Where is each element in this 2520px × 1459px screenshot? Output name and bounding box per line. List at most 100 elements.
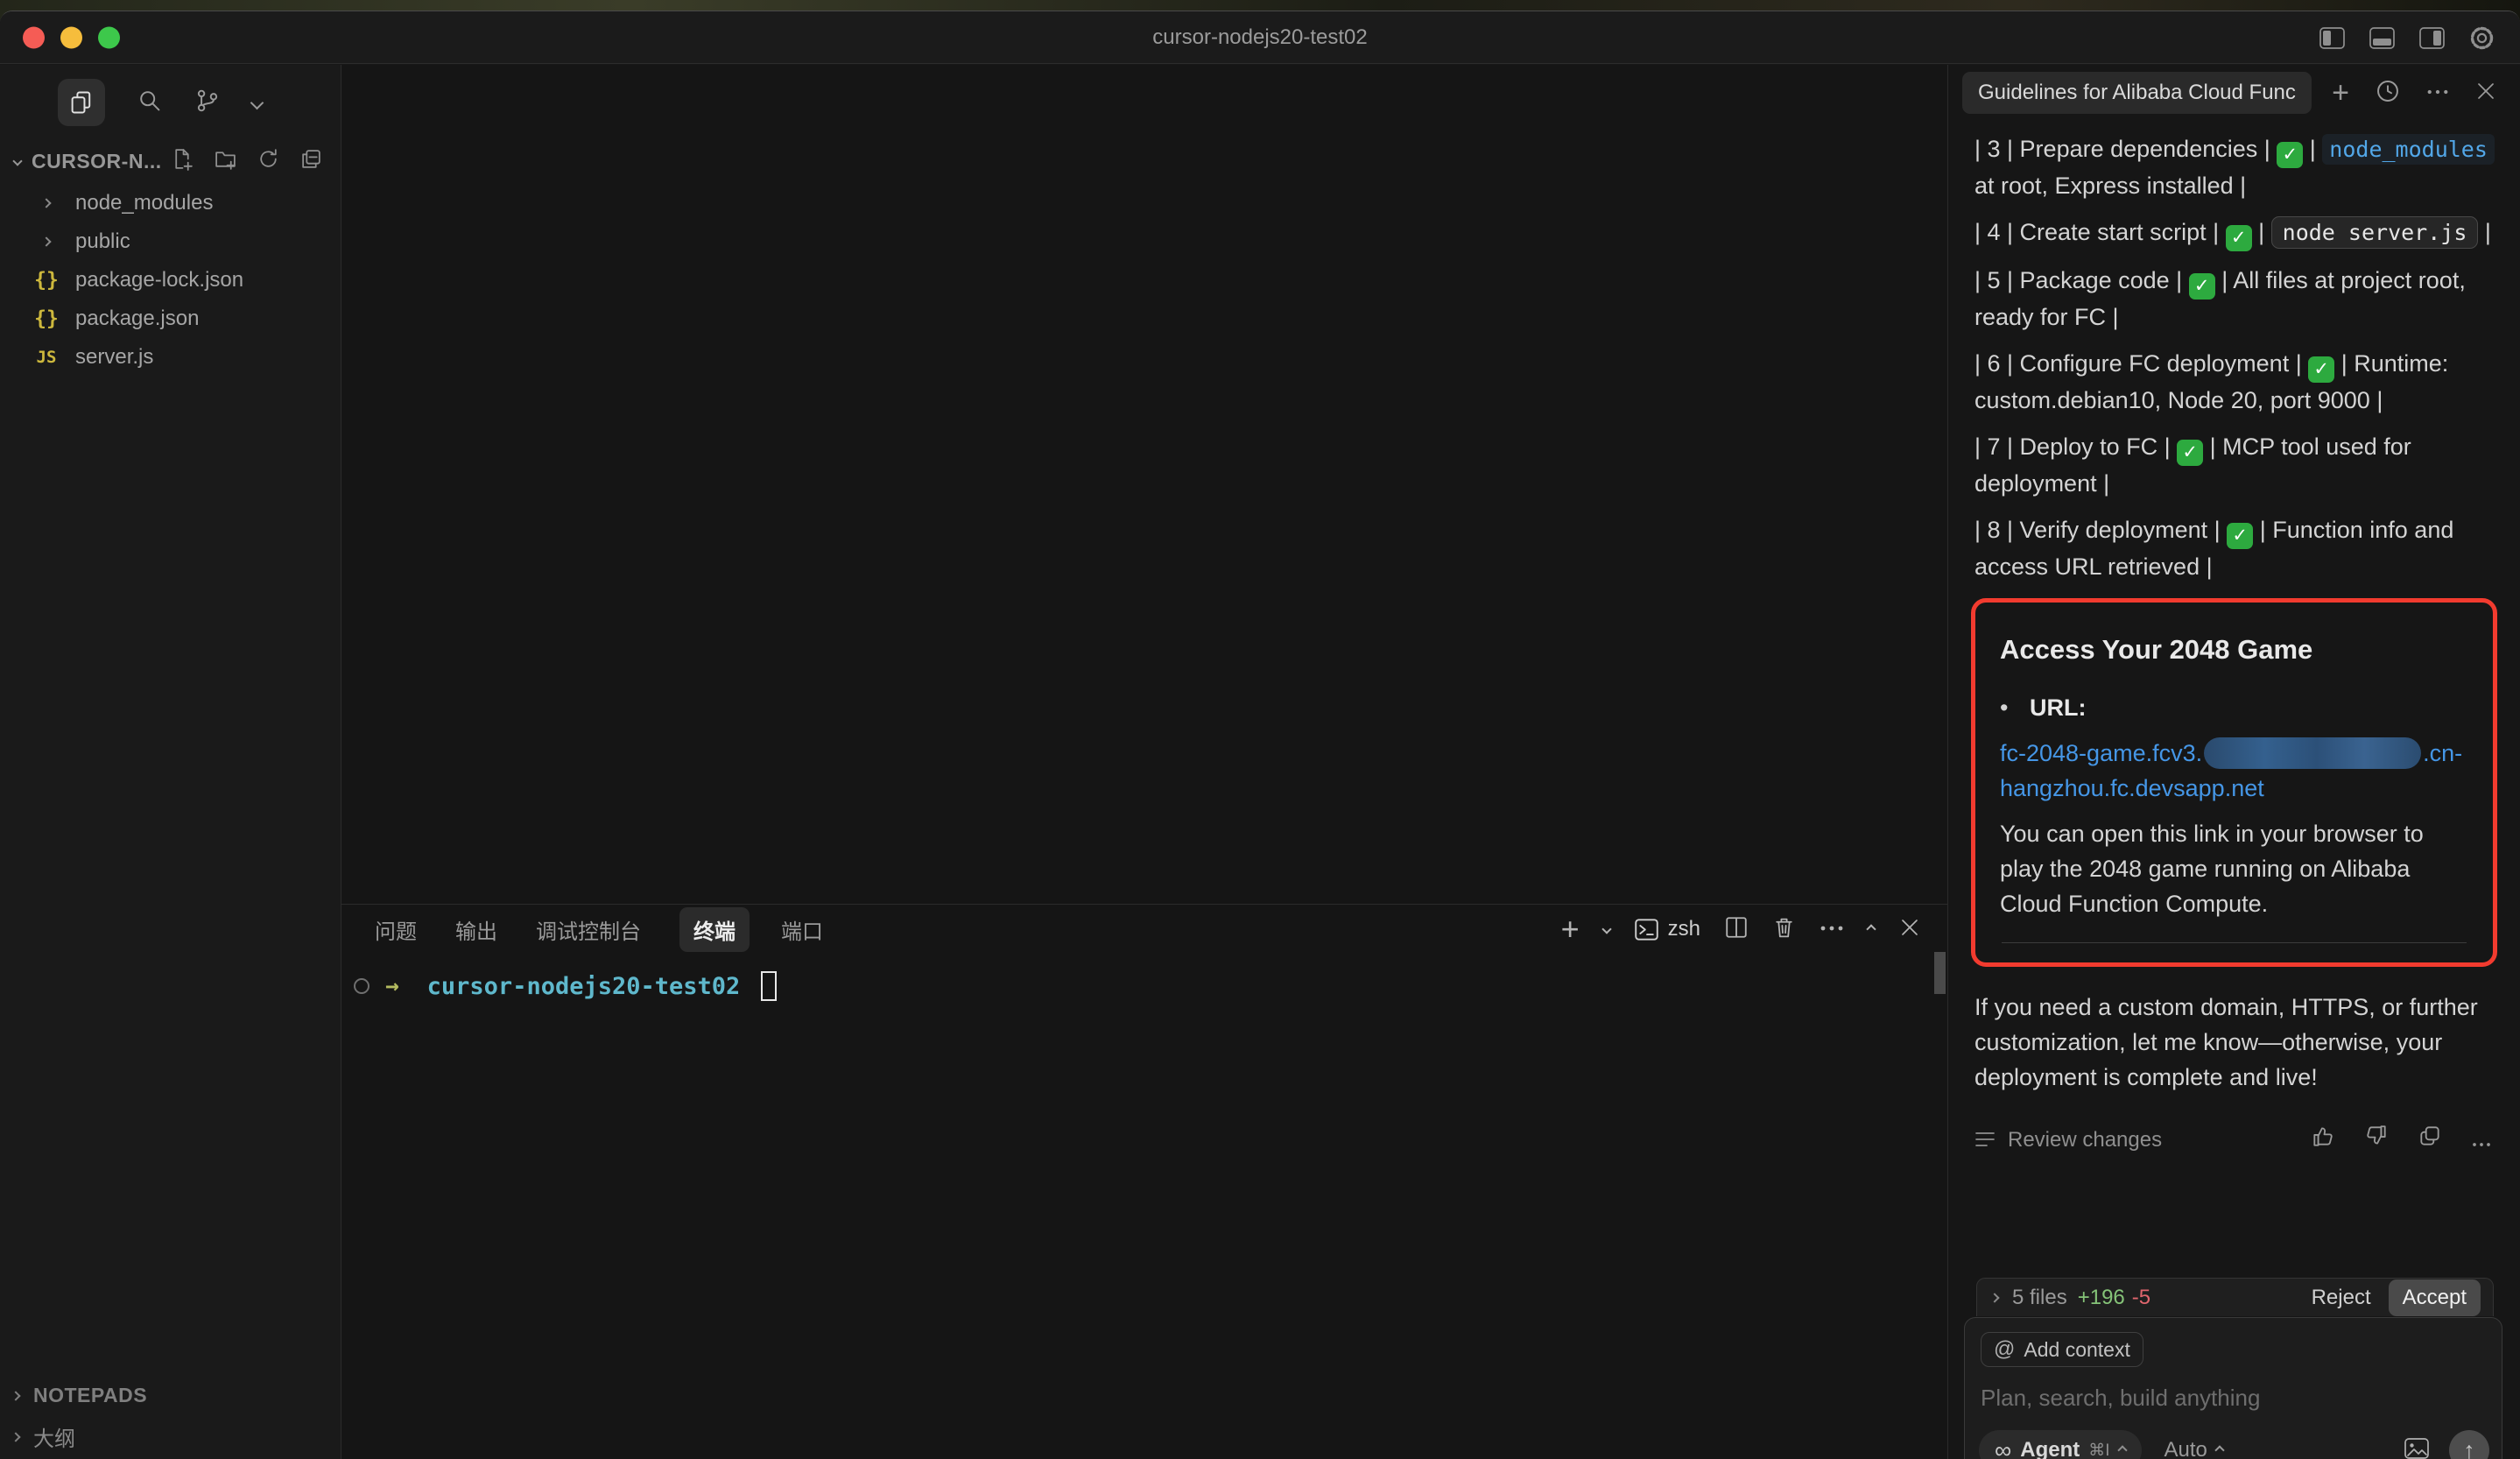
- check-icon: ✓: [2226, 225, 2252, 251]
- prompt-directory: cursor-nodejs20-test02: [427, 973, 741, 1000]
- changed-files-bar[interactable]: 5 files +196 -5 Reject Accept: [1976, 1278, 2494, 1316]
- tab-problems[interactable]: 问题: [375, 914, 417, 945]
- chat-tab-title: Guidelines for Alibaba Cloud Func: [1978, 81, 2296, 105]
- toggle-bottom-panel-icon[interactable]: [2369, 26, 2396, 50]
- app-window: cursor-nodejs20-test02: [0, 11, 2520, 1459]
- file-tree-item-public[interactable]: public: [0, 222, 341, 261]
- model-chevron-icon: [2214, 1445, 2224, 1455]
- outline-section[interactable]: 大纲: [12, 1421, 147, 1452]
- collapse-folders-icon[interactable]: [299, 147, 323, 175]
- chat-input-box[interactable]: @ Add context Plan, search, build anythi…: [1964, 1317, 2502, 1459]
- panel-more-actions-icon[interactable]: [1820, 921, 1844, 937]
- explorer-view-icon[interactable]: [58, 79, 105, 126]
- attach-image-icon[interactable]: [2404, 1437, 2430, 1459]
- js-file-icon: JS: [32, 348, 61, 367]
- prompt-arrow: →: [385, 973, 399, 999]
- new-file-icon[interactable]: [171, 147, 194, 175]
- terminal-icon: [1634, 917, 1659, 942]
- game-url-link[interactable]: fc-2048-game.fcv3..cn- hangzhou.fc.devsa…: [2000, 736, 2470, 806]
- new-terminal-icon[interactable]: +: [1561, 913, 1580, 945]
- answer-paragraph: You can open this link in your browser t…: [2000, 816, 2470, 921]
- agent-mode-selector[interactable]: ∞ Agent ⌘I: [1979, 1430, 2142, 1459]
- highlighted-answer-box: Access Your 2048 Game •URL: fc-2048-game…: [1971, 598, 2497, 967]
- terminal-prompt-line[interactable]: → cursor-nodejs20-test02: [341, 954, 1947, 1001]
- terminal-profile-chevron-icon[interactable]: [1601, 924, 1611, 934]
- new-chat-icon[interactable]: +: [2332, 78, 2349, 108]
- file-label: server.js: [75, 345, 153, 370]
- thumbs-up-icon[interactable]: [2311, 1123, 2335, 1158]
- window-title: cursor-nodejs20-test02: [0, 11, 2520, 64]
- table-row-6: | 6 | Configure FC deployment | ✓ | Runt…: [1974, 346, 2497, 418]
- file-tree-item-package-json[interactable]: {} package.json: [0, 300, 341, 338]
- send-button[interactable]: ↑: [2449, 1430, 2489, 1459]
- arrow-up-icon: ↑: [2463, 1437, 2475, 1459]
- json-file-icon: {}: [32, 307, 61, 330]
- notepads-section[interactable]: NOTEPADS: [12, 1384, 147, 1407]
- agent-chevron-icon: [2117, 1445, 2127, 1455]
- file-tree: node_modules public {} package-lock.json…: [0, 184, 341, 377]
- check-icon: ✓: [2308, 356, 2334, 383]
- file-tree-item-package-lock[interactable]: {} package-lock.json: [0, 261, 341, 300]
- split-terminal-icon[interactable]: [1724, 915, 1749, 944]
- message-more-icon[interactable]: [2471, 1123, 2492, 1158]
- lines-added: +196: [2078, 1286, 2125, 1310]
- file-label: public: [75, 229, 130, 254]
- url-bullet: •URL:: [2000, 690, 2470, 725]
- tab-debug-console[interactable]: 调试控制台: [536, 914, 641, 945]
- file-label: node_modules: [75, 191, 213, 215]
- tab-output[interactable]: 输出: [455, 914, 497, 945]
- terminal-shell-selector[interactable]: zsh: [1634, 917, 1700, 942]
- terminal-scrollbar-thumb[interactable]: [1934, 952, 1946, 994]
- file-tree-item-server-js[interactable]: JS server.js: [0, 338, 341, 377]
- model-selector[interactable]: Auto: [2165, 1438, 2223, 1459]
- settings-gear-icon[interactable]: [2468, 25, 2495, 52]
- refresh-explorer-icon[interactable]: [257, 147, 280, 175]
- close-panel-icon[interactable]: [1898, 916, 1921, 943]
- chat-more-actions-icon[interactable]: [2426, 85, 2449, 101]
- chat-message-body: | 3 | Prepare dependencies | ✓ | node_mo…: [1948, 121, 2520, 1158]
- search-icon[interactable]: [137, 88, 163, 118]
- outline-label: 大纲: [33, 1421, 75, 1452]
- section-chevron-icon: [12, 156, 22, 166]
- terminal-cursor: [761, 971, 777, 1001]
- expand-files-chevron-icon[interactable]: [1989, 1293, 1999, 1302]
- agent-shortcut: ⌘I: [2088, 1441, 2109, 1459]
- add-context-button[interactable]: @ Add context: [1981, 1332, 2143, 1367]
- source-control-icon[interactable]: [194, 88, 221, 118]
- accept-button[interactable]: Accept: [2389, 1279, 2481, 1316]
- changed-files-count: 5 files: [2012, 1286, 2067, 1310]
- tab-ports[interactable]: 端口: [781, 914, 823, 945]
- divider: [2002, 942, 2467, 943]
- kill-terminal-icon[interactable]: [1772, 915, 1796, 944]
- reject-button[interactable]: Reject: [2312, 1286, 2371, 1310]
- new-folder-icon[interactable]: [214, 147, 237, 175]
- table-row-4: | 4 | Create start script | ✓ | node ser…: [1974, 215, 2497, 251]
- chat-input-placeholder[interactable]: Plan, search, build anything: [1981, 1385, 2486, 1412]
- lines-removed: -5: [2132, 1286, 2150, 1310]
- chat-history-icon[interactable]: [2375, 78, 2401, 109]
- at-icon: @: [1994, 1337, 2015, 1362]
- close-chat-icon[interactable]: [2474, 80, 2497, 107]
- notepads-label: NOTEPADS: [33, 1384, 147, 1407]
- bottom-panel: 问题 输出 调试控制台 终端 端口 + zsh: [341, 904, 1947, 1459]
- file-tree-item-node-modules[interactable]: node_modules: [0, 184, 341, 222]
- more-views-chevron-icon[interactable]: [250, 95, 264, 109]
- agent-label: Agent: [2020, 1438, 2080, 1459]
- closing-paragraph: If you need a custom domain, HTTPS, or f…: [1974, 990, 2497, 1095]
- check-icon: ✓: [2277, 142, 2303, 168]
- toggle-left-sidebar-icon[interactable]: [2319, 26, 2346, 50]
- model-label: Auto: [2165, 1438, 2207, 1459]
- file-label: package-lock.json: [75, 268, 243, 293]
- folder-chevron-icon: [41, 198, 51, 208]
- maximize-panel-chevron-icon[interactable]: [1866, 924, 1876, 934]
- review-list-icon: [1974, 1123, 1996, 1158]
- chat-tab[interactable]: Guidelines for Alibaba Cloud Func: [1962, 72, 2312, 114]
- toggle-right-sidebar-icon[interactable]: [2418, 26, 2446, 50]
- tab-terminal[interactable]: 终端: [679, 907, 750, 952]
- json-file-icon: {}: [32, 269, 61, 292]
- review-changes-link[interactable]: Review changes: [2008, 1123, 2162, 1158]
- thumbs-down-icon[interactable]: [2364, 1123, 2389, 1158]
- explorer-section-header[interactable]: CURSOR-N...: [0, 138, 341, 182]
- copy-message-icon[interactable]: [2418, 1123, 2442, 1158]
- shell-name: zsh: [1668, 917, 1700, 941]
